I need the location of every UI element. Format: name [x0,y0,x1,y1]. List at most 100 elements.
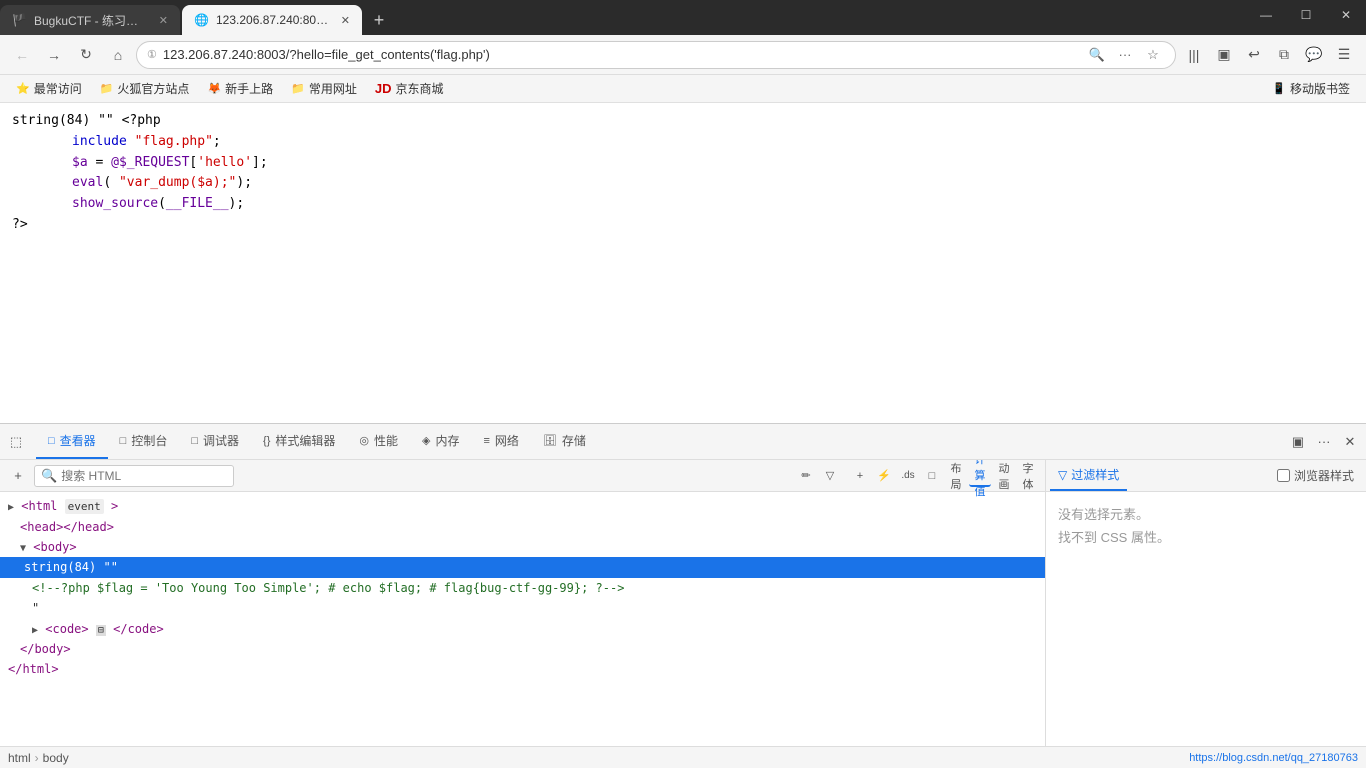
code-line-4: eval( "var_dump($a);"); [12,173,1354,194]
event-badge[interactable]: event [65,499,104,514]
tab-memory[interactable]: ◈ 内存 [410,424,471,459]
right-tabs-section: + ⚡ .ds □ 布局 计算值 动画 字体 [849,465,1039,487]
devtools-dock-button[interactable]: ▣ [1286,430,1310,454]
console-icon: □ [120,435,127,447]
eval-func: eval [72,175,103,190]
screenshot-icon[interactable]: ⧉ [1270,41,1298,69]
tab-inspector[interactable]: □ 查看器 [36,424,108,459]
devtools-tabs: □ 查看器 □ 控制台 □ 调试器 {} 样式编辑器 ◎ 性能 [36,424,598,459]
more-icon[interactable]: ··· [1113,43,1137,67]
breadcrumb-body[interactable]: body [43,751,69,765]
bookmark-star-icon[interactable]: ☆ [1141,43,1165,67]
bookmark-mobile[interactable]: 📱 移动版书签 [1264,78,1358,99]
add-element-button[interactable]: + [6,464,30,488]
menu-icon[interactable]: ☰ [1330,41,1358,69]
tab-performance[interactable]: ◎ 性能 [347,424,410,459]
tab-close-bugku[interactable]: ✕ [159,14,168,27]
ds-tab[interactable]: .ds [897,465,919,487]
html-node-html[interactable]: ▶ <html event > [8,496,1037,517]
tab-console[interactable]: □ 控制台 [108,424,180,459]
bookmark-common[interactable]: 📁 常用网址 [283,78,365,99]
html-node-comment[interactable]: <!--?php $flag = 'Too Young Too Simple';… [8,578,1037,598]
navigation-toolbar: ← → ↻ ⌂ ① 123.206.87.240:8003/?hello=fil… [0,35,1366,75]
tab-network[interactable]: ≡ 网络 [472,424,531,459]
storage-icon: 🗄 [543,434,557,447]
plus-button[interactable]: + [849,465,871,487]
search-icon[interactable]: 🔍 [1085,43,1109,67]
html-node-code[interactable]: ▶ <code> ⊟ </code> [8,619,1037,639]
bookmark-jd[interactable]: JD 京东商城 [367,78,452,99]
tab-performance-label: 性能 [374,432,398,449]
memory-icon: ◈ [422,434,430,447]
breadcrumb-html[interactable]: html [8,751,31,765]
code-line-6: ?> [12,215,1354,236]
devtools-more-button[interactable]: ··· [1312,430,1336,454]
browser-style-check[interactable] [1277,469,1290,482]
devtools-bottom-bar: html › body https://blog.csdn.net/qq_271… [0,746,1366,768]
css-panel-tabs: ▽ 过滤样式 浏览器样式 [1046,460,1366,492]
home-button[interactable]: ⌂ [104,41,132,69]
tab-storage-label: 存储 [562,432,586,449]
html-node-head[interactable]: <head></head> [8,517,1037,537]
no-css-message: 找不到 CSS 属性。 [1058,527,1354,546]
tab-close-active[interactable]: ✕ [341,14,350,27]
close-button[interactable]: ✕ [1326,0,1366,30]
minimize-button[interactable]: — [1246,0,1286,30]
file-const: __FILE__ [166,196,229,211]
filter-button[interactable]: ▽ [819,465,841,487]
string-output: string(84) "" [12,113,122,128]
bookmark-mozilla-label: 火狐官方站点 [117,80,189,97]
back-icon2[interactable]: ↩ [1240,41,1268,69]
html-node-body-expand[interactable]: ▼ <body> [8,537,1037,557]
csdn-link[interactable]: https://blog.csdn.net/qq_27180763 [1189,752,1358,764]
devtools-toolbar: ⬚ □ 查看器 □ 控制台 □ 调试器 {} 样式编辑器 [0,424,1366,460]
browser-style-checkbox[interactable]: 浏览器样式 [1269,467,1362,484]
chat-icon[interactable]: 💬 [1300,41,1328,69]
sidebar-icon[interactable]: ||| [1180,41,1208,69]
tab-bugku[interactable]: 🏴 BugkuCTF - 练习平台 ✕ [0,5,180,35]
bookmark-frequent[interactable]: ⭐ 最常访问 [8,78,90,99]
tab-console-label: 控制台 [131,432,167,449]
tab-active[interactable]: 🌐 123.206.87.240:8003/?hello=file_get...… [182,5,362,35]
bookmark-newuser[interactable]: 🦊 新手上路 [199,78,281,99]
include-string: "flag.php" [135,134,213,149]
devtools-right-controls: ▣ ··· ✕ [1286,430,1362,454]
css-filter-tab[interactable]: ▽ 过滤样式 [1050,460,1127,491]
folder-icon: 📁 [100,82,114,95]
animation-tab[interactable]: 动画 [993,465,1015,487]
new-tab-button[interactable]: + [364,5,394,35]
bookmark-mozilla[interactable]: 📁 火狐官方站点 [92,78,198,99]
folder2-icon: 📁 [291,82,305,95]
bookmark-jd-label: 京东商城 [396,80,444,97]
reading-mode-icon[interactable]: ▣ [1210,41,1238,69]
bookmark-frequent-label: 最常访问 [34,80,82,97]
tab-style-editor[interactable]: {} 样式编辑器 [251,424,347,459]
address-bar[interactable]: ① 123.206.87.240:8003/?hello=file_get_co… [136,41,1176,69]
forward-button[interactable]: → [40,41,68,69]
address-right-icons: 🔍 ··· ☆ [1085,43,1165,67]
devtools-close-button[interactable]: ✕ [1338,430,1362,454]
computed-tab[interactable]: 计算值 [969,465,991,487]
code-line-2: include "flag.php"; [12,132,1354,153]
event-button[interactable]: ⚡ [873,465,895,487]
back-button[interactable]: ← [8,41,36,69]
tab-inspector-label: 查看器 [60,432,96,449]
reload-button[interactable]: ↻ [72,41,100,69]
page-body: string(84) "" <?php include "flag.php"; … [0,103,1366,244]
layout-tab[interactable]: 布局 [945,465,967,487]
edit-html-button[interactable]: ✏ [795,465,817,487]
security-icon: ① [147,48,157,61]
html-selected-string[interactable]: string(84) "" [0,557,1045,577]
html-search-input[interactable] [61,469,227,483]
html-search-box[interactable]: 🔍 [34,465,234,487]
dom-tab[interactable]: □ [921,465,943,487]
devtools-inspector-toggle[interactable]: ⬚ [4,430,28,454]
tab-storage[interactable]: 🗄 存储 [531,424,598,459]
maximize-button[interactable]: ☐ [1286,0,1326,30]
html-panel-right: ✏ ▽ [795,465,841,487]
tab-title-active: 123.206.87.240:8003/?hello=file_get... [216,13,329,27]
hello-key: 'hello' [197,155,252,170]
font-tab[interactable]: 字体 [1017,465,1039,487]
tab-debugger[interactable]: □ 调试器 [179,424,251,459]
style-editor-icon: {} [263,435,270,447]
